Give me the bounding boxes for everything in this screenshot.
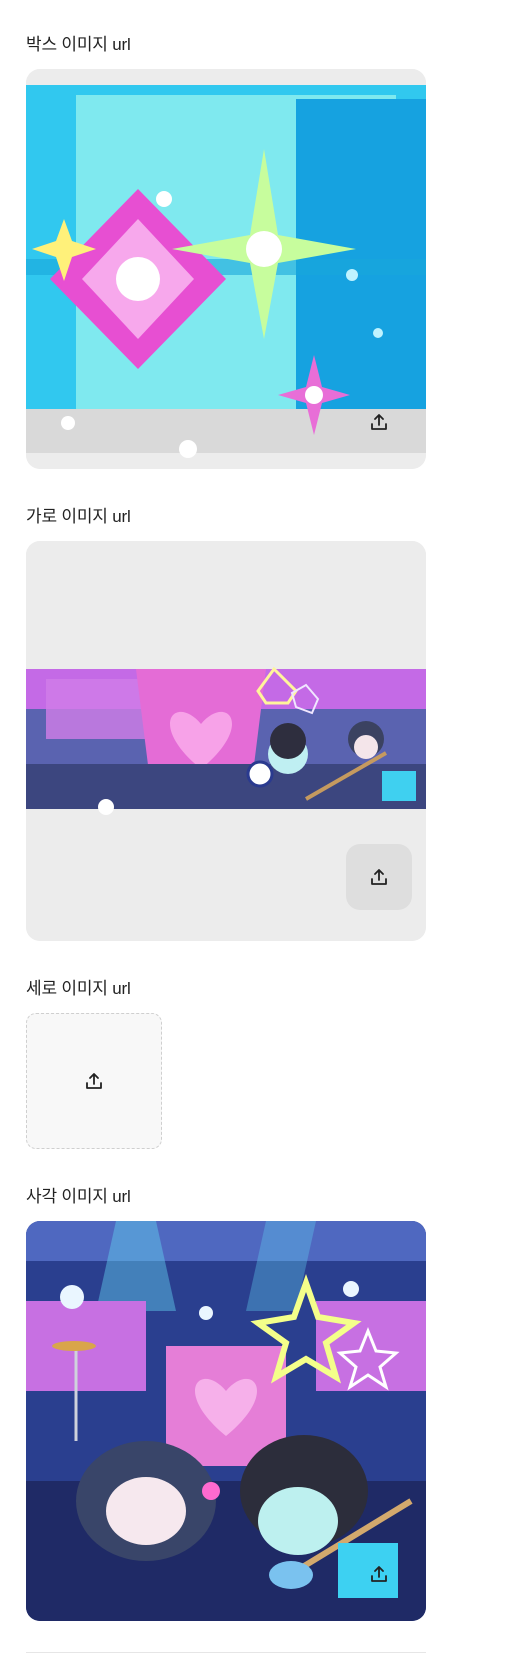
square-image-label: 사각 이미지 url (26, 1187, 131, 1206)
upload-icon (371, 414, 387, 430)
box-image-label: 박스 이미지 url (26, 35, 131, 54)
upload-icon (86, 1073, 102, 1089)
box-image-preview (26, 69, 426, 469)
horizontal-image-preview (26, 541, 426, 941)
section-divider (26, 1652, 426, 1653)
square-image-preview (26, 1221, 426, 1621)
horizontal-image-label: 가로 이미지 url (26, 507, 131, 526)
horizontal-image-upload-button[interactable] (346, 844, 412, 910)
upload-icon (371, 869, 387, 885)
upload-icon (371, 1566, 387, 1582)
square-image-upload-button[interactable] (346, 1541, 412, 1607)
vertical-image-label: 세로 이미지 url (26, 979, 131, 998)
box-image-upload-button[interactable] (346, 389, 412, 455)
vertical-image-dropzone[interactable] (26, 1013, 162, 1149)
